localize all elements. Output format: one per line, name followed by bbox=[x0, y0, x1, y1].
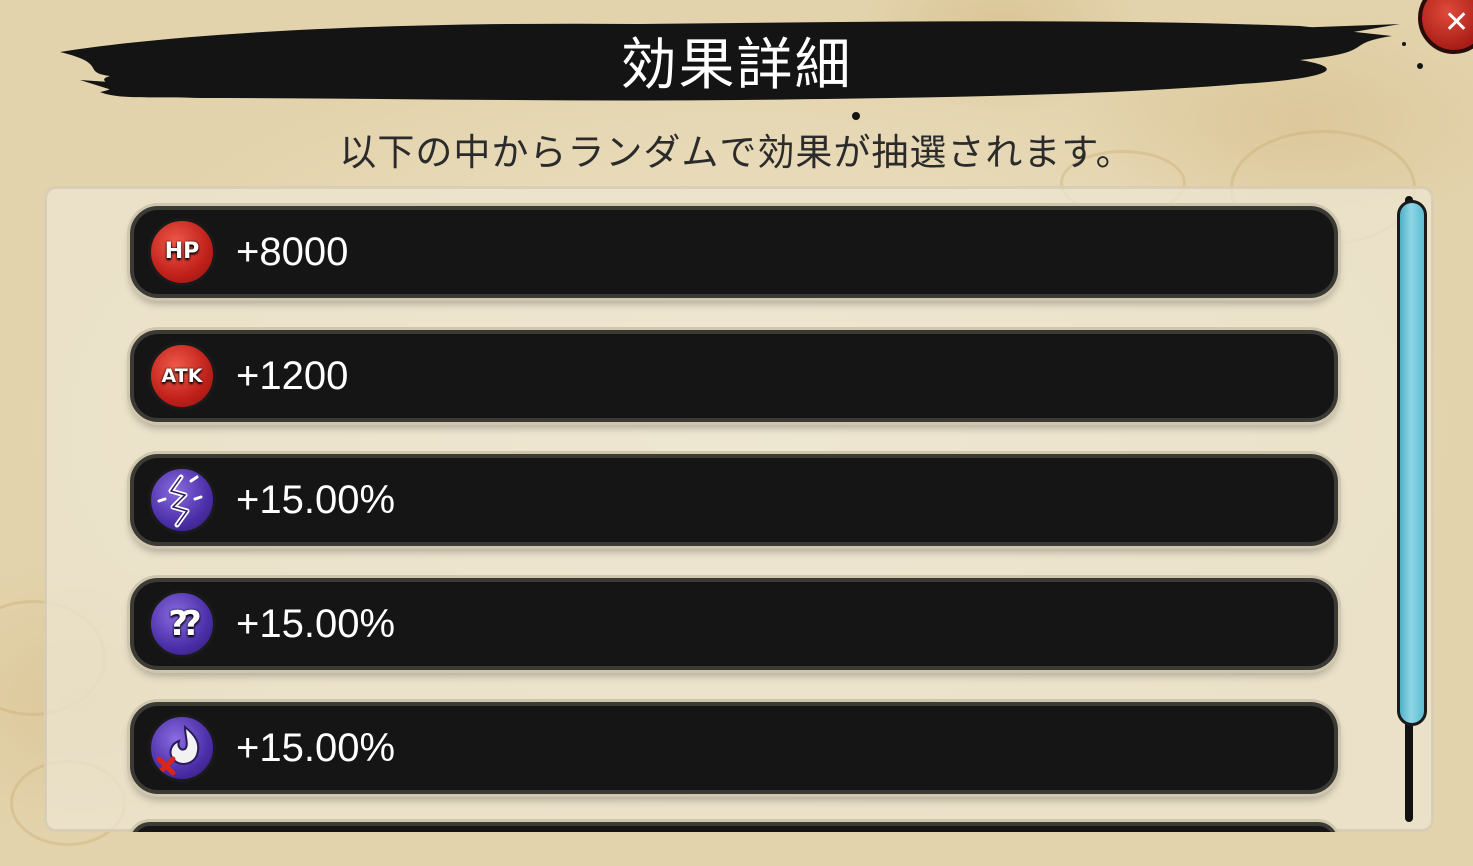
effect-row-atk: ATK +1200 bbox=[130, 330, 1338, 422]
scrollbar-thumb[interactable] bbox=[1397, 200, 1427, 726]
dialog-title: 効果詳細 bbox=[620, 33, 853, 98]
effect-value: +15.00% bbox=[236, 726, 396, 770]
effect-row-question: ?? +15.00% bbox=[130, 578, 1338, 670]
effects-list-panel[interactable]: HP +8000 ATK +1200 +15.00% ?? +15.00% +1… bbox=[44, 186, 1434, 832]
atk-icon: ATK bbox=[148, 342, 216, 410]
effect-row-lightning: +15.00% bbox=[130, 454, 1338, 546]
effect-value: +15.00% bbox=[236, 602, 396, 646]
hp-icon: HP bbox=[148, 218, 216, 286]
effect-row-partial bbox=[130, 822, 1338, 832]
effect-value: +15.00% bbox=[236, 478, 396, 522]
lightning-crack-icon bbox=[148, 466, 216, 534]
close-icon: ✕ bbox=[1444, 5, 1470, 40]
effect-value: +8000 bbox=[236, 230, 349, 274]
effect-row-hp: HP +8000 bbox=[130, 206, 1338, 298]
effect-details-screen: 効果詳細 以下の中からランダムで効果が抽選されます。 ✕ HP +8000 AT… bbox=[0, 0, 1473, 866]
question-marks-icon: ?? bbox=[148, 590, 216, 658]
flame-cancel-icon bbox=[148, 714, 216, 782]
effect-value: +1200 bbox=[236, 354, 349, 398]
effect-row-flame-cancel: +15.00% bbox=[130, 702, 1338, 794]
dialog-subtitle: 以下の中からランダムで効果が抽選されます。 bbox=[339, 131, 1134, 174]
